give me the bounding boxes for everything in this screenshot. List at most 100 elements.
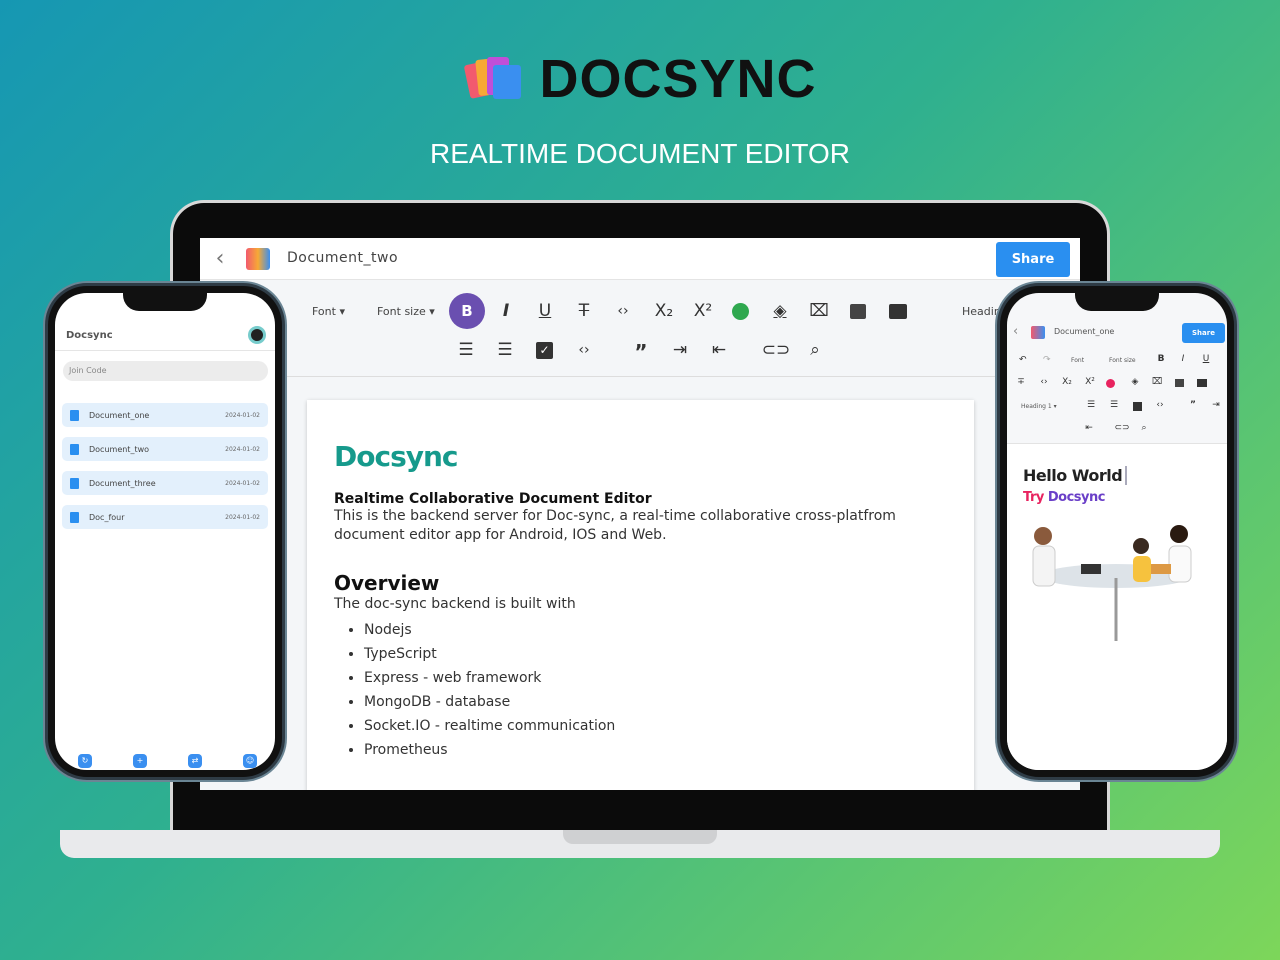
- refresh-icon[interactable]: ↻: [78, 754, 92, 768]
- italic-button[interactable]: I: [1172, 354, 1194, 364]
- code-block-icon[interactable]: ‹›: [569, 335, 599, 365]
- bold-button[interactable]: B: [449, 293, 485, 329]
- quote-icon[interactable]: ”: [1182, 400, 1204, 410]
- list-item: TypeScript: [364, 642, 947, 666]
- superscript-button[interactable]: X²: [1079, 377, 1101, 387]
- try-brand: Docsync: [1047, 490, 1106, 505]
- document-date: 2024-01-02: [225, 445, 260, 453]
- code-button[interactable]: ‹›: [608, 296, 638, 326]
- right-phone: ‹ Document_one Share ↶ ↷ Font Font size …: [997, 283, 1237, 780]
- heading-dropdown[interactable]: Headin: [962, 305, 1001, 318]
- app-title: Docsync: [66, 330, 113, 341]
- list-item: Prometheus: [364, 738, 947, 762]
- document-item[interactable]: Document_one 2024-01-02: [62, 403, 268, 427]
- outdent-icon[interactable]: ⇤: [704, 335, 734, 365]
- bold-button[interactable]: B: [1150, 354, 1172, 364]
- file-icon: [70, 511, 79, 523]
- left-phone-screen: Docsync Join Code Document_one 2024-01-02…: [55, 293, 275, 770]
- underline-button[interactable]: U: [530, 296, 560, 326]
- ordered-list-icon[interactable]: ☰: [1080, 400, 1102, 410]
- ordered-list-icon[interactable]: ☰: [451, 335, 481, 365]
- document-item[interactable]: Doc_four 2024-01-02: [62, 505, 268, 529]
- font-size-dropdown[interactable]: Font size: [1109, 357, 1136, 364]
- palette-icon[interactable]: [732, 303, 749, 320]
- list-item: Nodejs: [364, 618, 947, 642]
- document-page[interactable]: Hello World Try Docsync: [1007, 443, 1227, 770]
- font-size-dropdown[interactable]: Font size ▾: [377, 305, 435, 318]
- add-icon[interactable]: +: [133, 754, 147, 768]
- file-icon: [70, 443, 79, 455]
- clear-format-icon[interactable]: ⌧: [1146, 377, 1168, 387]
- team-illustration: [1032, 525, 1192, 641]
- code-button[interactable]: ‹›: [1033, 377, 1055, 387]
- clear-format-icon[interactable]: ⌧: [804, 296, 834, 326]
- fill-color-icon[interactable]: ◈: [1124, 377, 1146, 387]
- document-item[interactable]: Document_two 2024-01-02: [62, 437, 268, 461]
- tech-list: Nodejs TypeScript Express - web framewor…: [364, 618, 947, 762]
- font-dropdown[interactable]: Font ▾: [312, 305, 345, 318]
- share-button[interactable]: Share: [996, 242, 1070, 277]
- subscript-button[interactable]: X₂: [649, 296, 679, 326]
- checklist-icon[interactable]: [1133, 402, 1142, 411]
- doc-title: Document_one: [1054, 327, 1115, 336]
- try-word: Try: [1023, 490, 1044, 505]
- undo-icon[interactable]: ↶: [1019, 355, 1027, 365]
- file-icon: [70, 477, 79, 489]
- strikethrough-button[interactable]: ∓: [1010, 377, 1032, 387]
- video-icon[interactable]: [889, 304, 907, 319]
- document-page[interactable]: Docsync Realtime Collaborative Document …: [307, 400, 974, 790]
- subscript-button[interactable]: X₂: [1056, 377, 1078, 387]
- join-code-input[interactable]: Join Code: [63, 361, 268, 381]
- back-icon[interactable]: ‹: [205, 244, 235, 274]
- document-name: Document_one: [89, 410, 150, 420]
- try-docsync-text: Try Docsync: [1023, 490, 1105, 505]
- code-block-icon[interactable]: ‹›: [1149, 400, 1171, 410]
- list-item: MongoDB - database: [364, 690, 947, 714]
- checklist-icon[interactable]: ✓: [536, 342, 553, 359]
- hello-text: Hello World: [1023, 466, 1128, 485]
- superscript-button[interactable]: X²: [688, 296, 718, 326]
- image-icon[interactable]: [850, 304, 866, 319]
- doc-subtitle: Realtime Collaborative Document Editor: [334, 491, 652, 507]
- redo-icon[interactable]: ↷: [1043, 355, 1051, 365]
- fill-color-icon[interactable]: ◈: [765, 296, 795, 326]
- file-icon: [70, 409, 79, 421]
- link-icon[interactable]: ⊂⊃: [1111, 423, 1133, 433]
- doc-heading: Docsync: [334, 440, 459, 473]
- palette-icon[interactable]: [1106, 379, 1115, 388]
- underline-button[interactable]: U: [1195, 354, 1217, 364]
- laptop-notch: [563, 830, 717, 844]
- document-name: Document_two: [89, 444, 150, 454]
- doc-logo-icon: [246, 248, 270, 270]
- doc-intro: This is the backend server for Doc-sync,…: [334, 508, 896, 543]
- image-icon[interactable]: [1175, 379, 1184, 387]
- bullet-list-icon[interactable]: ☰: [1103, 400, 1125, 410]
- join-icon[interactable]: ⇄: [188, 754, 202, 768]
- heading-dropdown[interactable]: Heading 1 ▾: [1021, 403, 1057, 410]
- italic-button[interactable]: I: [491, 296, 521, 326]
- video-icon[interactable]: [1197, 379, 1207, 387]
- phone-notch: [123, 293, 207, 311]
- phone-notch: [1075, 293, 1159, 311]
- indent-icon[interactable]: ⇥: [665, 335, 695, 365]
- overview-heading: Overview: [334, 571, 440, 595]
- bullet-list-icon[interactable]: ☰: [490, 335, 520, 365]
- list-item: Socket.IO - realtime communication: [364, 714, 947, 738]
- link-icon[interactable]: ⊂⊃: [761, 335, 791, 365]
- strikethrough-button[interactable]: T: [569, 296, 599, 326]
- profile-icon[interactable]: ☺: [243, 754, 257, 768]
- left-phone: Docsync Join Code Document_one 2024-01-02…: [45, 283, 285, 780]
- font-dropdown[interactable]: Font: [1071, 357, 1084, 364]
- share-button[interactable]: Share: [1182, 323, 1225, 343]
- search-icon[interactable]: ⌕: [1133, 423, 1155, 433]
- document-item[interactable]: Document_three 2024-01-02: [62, 471, 268, 495]
- avatar[interactable]: [248, 326, 266, 344]
- toolbar-divider: [287, 376, 1080, 377]
- docsync-logo-icon: [463, 49, 525, 105]
- quote-icon[interactable]: ”: [626, 337, 656, 367]
- brand-name: DOCSYNC: [539, 49, 817, 109]
- outdent-icon[interactable]: ⇤: [1078, 423, 1100, 433]
- back-icon[interactable]: ‹: [1013, 324, 1018, 339]
- indent-icon[interactable]: ⇥: [1205, 400, 1227, 410]
- search-icon[interactable]: ⌕: [800, 335, 830, 365]
